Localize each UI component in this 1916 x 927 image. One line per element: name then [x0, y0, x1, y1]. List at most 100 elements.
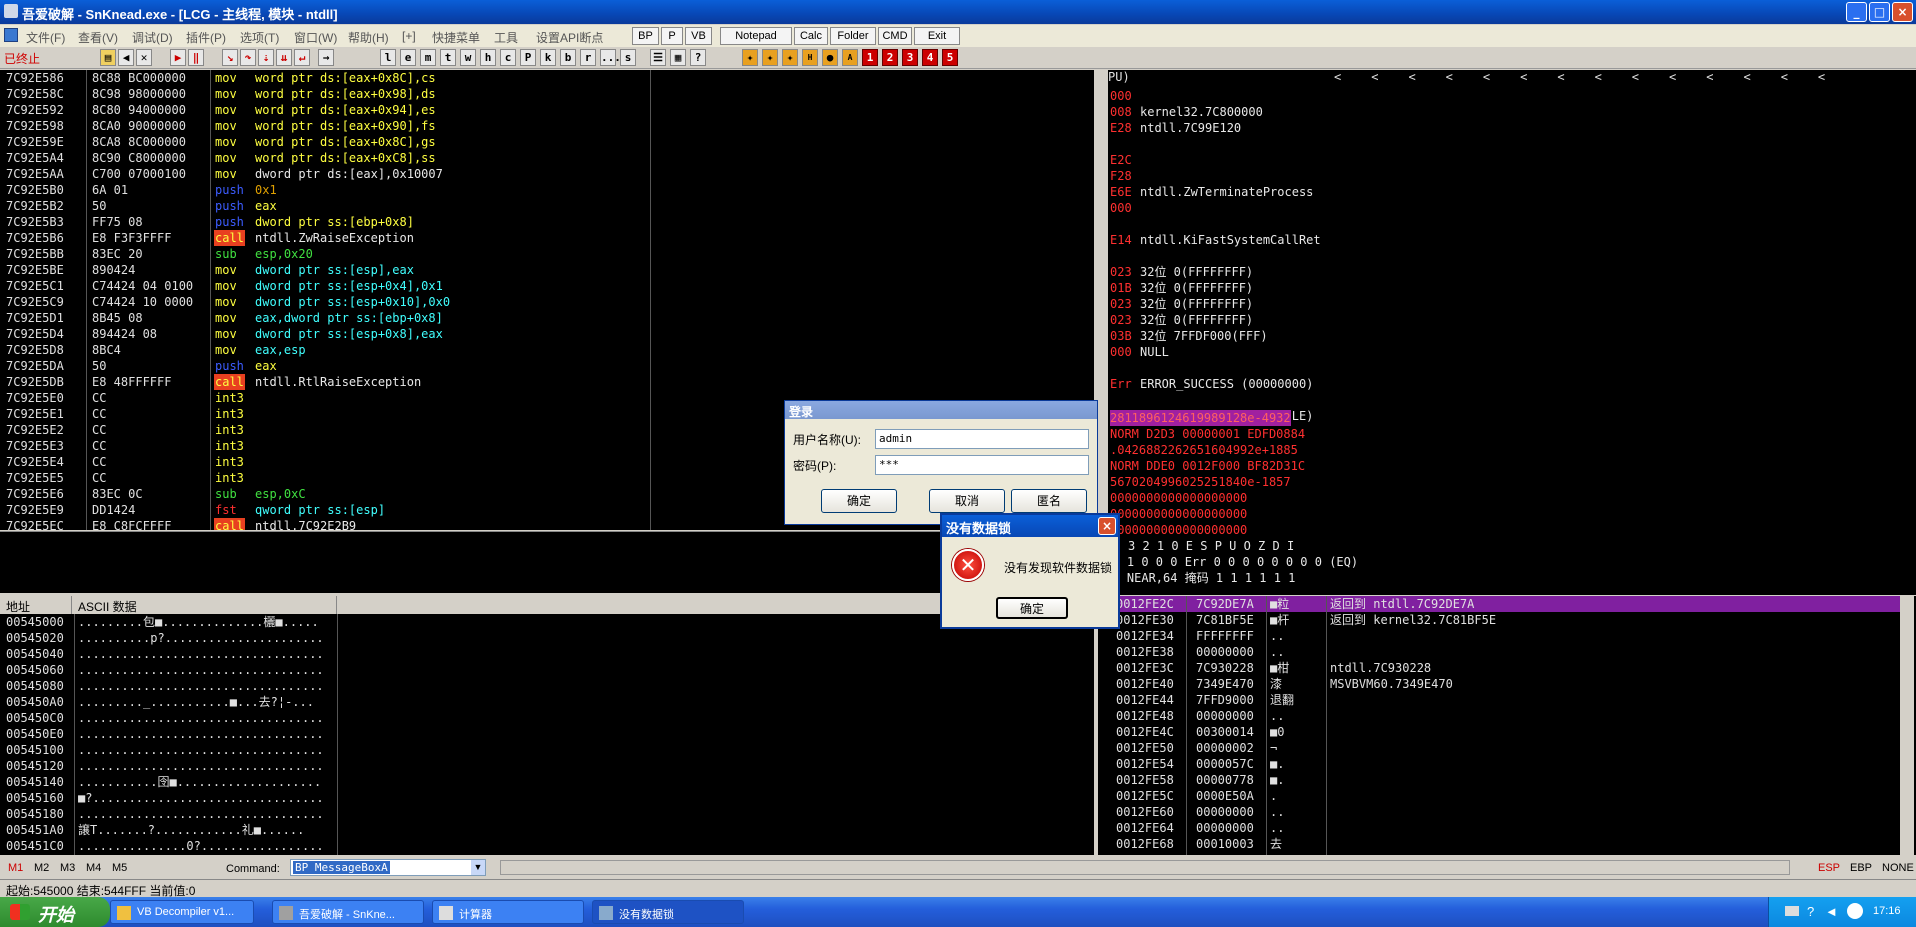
hbp-icon[interactable]: H [802, 49, 818, 66]
task-vb-decompiler[interactable]: VB Decompiler v1... [110, 900, 254, 924]
trace-over-icon[interactable]: ⇊ [276, 49, 292, 66]
marker-m5[interactable]: M5 [112, 862, 127, 874]
toolbar-c[interactable]: c [500, 49, 516, 66]
disasm-row[interactable]: 7C92E5B0 6A 01 push 0x1 [0, 182, 1094, 198]
stack-row[interactable]: 0012FE5C 0000E50A . [1098, 788, 1900, 804]
marker-m4[interactable]: M4 [86, 862, 101, 874]
login-anonymous-button[interactable]: 匿名 [1011, 489, 1087, 513]
dump-row[interactable]: 00545120................................… [0, 758, 1094, 774]
disasm-row[interactable]: 7C92E5B3 FF75 08 push dword ptr ss:[ebp+0x8… [0, 214, 1094, 230]
list-icon[interactable]: ☰ [650, 49, 666, 66]
start-button[interactable]: 开始 [0, 897, 110, 927]
disasm-row[interactable]: 7C92E586 8C88 BC000000 mov word ptr ds:[eax… [0, 70, 1094, 86]
disasm-row[interactable]: 7C92E5BB 83EC 20 sub esp,0x20 [0, 246, 1094, 262]
disasm-row[interactable]: 7C92E5C1 C74424 04 0100 mov dword ptr ss:[e… [0, 278, 1094, 294]
stack-row[interactable]: 0012FE34 FFFFFFFF.. [1098, 628, 1900, 644]
toolbar-dots[interactable]: ... [600, 49, 621, 66]
toolbar-m[interactable]: m [420, 49, 436, 66]
dump-row[interactable]: 005450A0 ........._...........■...去?¦-... [0, 694, 1094, 710]
toolbar-h[interactable]: h [480, 49, 496, 66]
task-msgbox[interactable]: 没有数据锁 [592, 900, 744, 924]
disasm-row[interactable]: 7C92E5DB E8 48FFFFFF call ntdll.RtlRaiseExc… [0, 374, 1094, 390]
reg-esp[interactable]: ESP [1818, 862, 1840, 874]
toolbar-e[interactable]: e [400, 49, 416, 66]
menu-tools[interactable]: 工具 [494, 29, 518, 46]
keyboard-icon[interactable] [1785, 906, 1799, 916]
disasm-row[interactable]: 7C92E58C 8C98 98000000 mov word ptr ds:[eax… [0, 86, 1094, 102]
help-tray-icon[interactable]: ? [1807, 904, 1814, 919]
menu-file[interactable]: 文件(F) [26, 29, 65, 46]
disasm-row[interactable]: 7C92E5B6 E8 F3F3FFFF call ntdll.ZwRaiseExce… [0, 230, 1094, 246]
stack-row[interactable]: 0012FE2C 7C92DE7A ■粒 返回到 ntdll.7C92DE7A [1098, 596, 1900, 612]
stack-row[interactable]: 0012FE3C 7C930228 ■柑 ntdll.7C930228 [1098, 660, 1900, 676]
execute-till-return-icon[interactable]: ↵ [294, 49, 310, 66]
dump-row[interactable]: 00545040................................… [0, 646, 1094, 662]
dump-row[interactable]: 005450C0................................… [0, 710, 1094, 726]
stack-row[interactable]: 0012FE60 00000000.. [1098, 804, 1900, 820]
message-close-button[interactable]: × [1098, 517, 1116, 535]
register-arrows[interactable]: <<<<<<<<<<<<<< [1334, 70, 1855, 84]
menu-window[interactable]: 窗口(W) [294, 29, 337, 46]
trace-into-icon[interactable]: ⇣ [258, 49, 274, 66]
toolbar-4[interactable]: 4 [922, 49, 938, 66]
notepad-button[interactable]: Notepad [720, 27, 792, 45]
task-debugger[interactable]: 吾爱破解 - SnKne... [272, 900, 424, 924]
toolbar-b[interactable]: b [560, 49, 576, 66]
toolbar-r[interactable]: r [580, 49, 596, 66]
stack-row[interactable]: 0012FE68 00010003 去 [1098, 836, 1900, 852]
grid-icon[interactable]: ▦ [670, 49, 686, 66]
toolbar-t[interactable]: t [440, 49, 456, 66]
dump-row[interactable]: 005450E0................................… [0, 726, 1094, 742]
disasm-row[interactable]: 7C92E5D4 894424 08 mov dword ptr ss:[esp+0x… [0, 326, 1094, 342]
dump-row[interactable]: 00545060................................… [0, 662, 1094, 678]
dump-row[interactable]: 00545140 ...........囹■...................… [0, 774, 1094, 790]
login-ok-button[interactable]: 确定 [821, 489, 897, 513]
stack-scrollbar[interactable] [1900, 596, 1914, 855]
vb-button[interactable]: VB [685, 27, 712, 45]
step-into-icon[interactable]: ↘ [222, 49, 238, 66]
dump-row[interactable]: 00545160 ■?..............................… [0, 790, 1094, 806]
stack-row[interactable]: 0012FE54 0000057C ■. [1098, 756, 1900, 772]
goto-icon[interactable]: → [318, 49, 334, 66]
asm-icon[interactable]: A [842, 49, 858, 66]
stack-row[interactable]: 0012FE4C 00300014 ■0 [1098, 724, 1900, 740]
menu-options[interactable]: 选项(T) [240, 29, 279, 46]
disasm-row[interactable]: 7C92E592 8C80 94000000 mov word ptr ds:[eax… [0, 102, 1094, 118]
stack-row[interactable]: 0012FE64 00000000.. [1098, 820, 1900, 836]
disasm-row[interactable]: 7C92E5AA C700 07000100 mov dword ptr ds:[ea… [0, 166, 1094, 182]
minimize-button[interactable]: _ [1846, 2, 1867, 22]
toolbar-2[interactable]: 2 [882, 49, 898, 66]
stack-row[interactable]: 0012FE44 7FFD9000 退翻 [1098, 692, 1900, 708]
calc-button[interactable]: Calc [794, 27, 828, 45]
plugin1-icon[interactable]: ✦ [742, 49, 758, 66]
stack-row[interactable]: 0012FE50 00000002 ¬ [1098, 740, 1900, 756]
disasm-row[interactable]: 7C92E5D1 8B45 08 mov eax,dword ptr ss:[ebp+… [0, 310, 1094, 326]
stack-panel[interactable]: 0012FE2C 7C92DE7A ■粒 返回到 ntdll.7C92DE7A 0012… [1098, 596, 1916, 855]
disasm-row[interactable]: 7C92E5BE 890424 mov dword ptr ss:[esp],eax [0, 262, 1094, 278]
close-debug-icon[interactable]: ✕ [136, 49, 152, 66]
pause-icon[interactable]: ‖ [188, 49, 204, 66]
dump-row[interactable]: 00545000 .........包■..............欐■..... [0, 614, 1094, 630]
toolbar-k[interactable]: k [540, 49, 556, 66]
help-icon[interactable]: ? [690, 49, 706, 66]
rewind-icon[interactable]: ◀ [118, 49, 134, 66]
dump-row[interactable]: 00545020 ..........p?....................… [0, 630, 1094, 646]
toolbar-s[interactable]: s [620, 49, 636, 66]
marker-m1[interactable]: M1 [8, 862, 23, 874]
folder-button[interactable]: Folder [830, 27, 876, 45]
registers-panel[interactable]: PU) <<<<<<<<<<<<<< 000 008 kernel32.7C8000… [1098, 70, 1916, 595]
dump-row[interactable]: 005451A0 譲T.......?............礼■...... [0, 822, 1094, 838]
login-cancel-button[interactable]: 取消 [929, 489, 1005, 513]
stack-row[interactable]: 0012FE38 00000000.. [1098, 644, 1900, 660]
run-icon[interactable]: ▶ [170, 49, 186, 66]
network-icon[interactable] [1847, 903, 1863, 919]
plugin5-icon[interactable]: ● [822, 49, 838, 66]
stack-row[interactable]: 0012FE30 7C81BF5E ■杆 返回到 kernel32.7C81BF5E [1098, 612, 1900, 628]
dump-row[interactable]: 00545080................................… [0, 678, 1094, 694]
marker-m3[interactable]: M3 [60, 862, 75, 874]
disasm-row[interactable]: 7C92E5C9 C74424 10 0000 mov dword ptr ss:[e… [0, 294, 1094, 310]
marker-m2[interactable]: M2 [34, 862, 49, 874]
dump-row[interactable]: 005451C0 ...............0?...............… [0, 838, 1094, 854]
speaker-icon[interactable]: ◄ [1825, 904, 1838, 919]
menu-plugins[interactable]: 插件(P) [186, 29, 226, 46]
